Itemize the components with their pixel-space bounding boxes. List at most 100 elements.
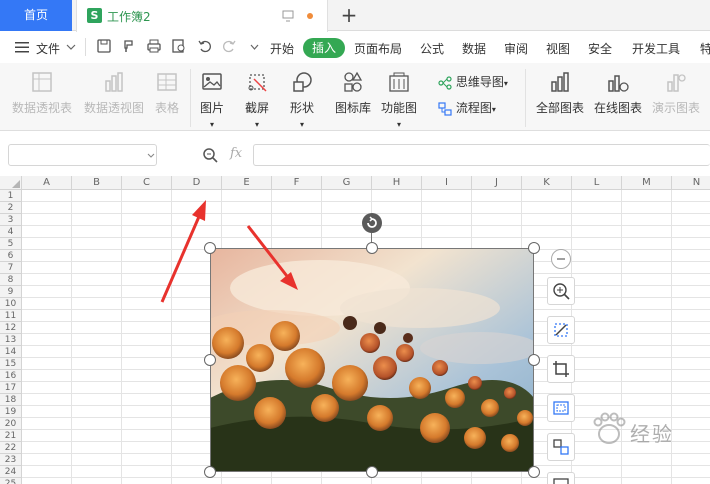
table-button[interactable]: 表格 <box>155 71 179 116</box>
menu-view[interactable]: 视图 <box>546 40 570 57</box>
column-header[interactable]: J <box>472 176 522 190</box>
row-header[interactable]: 2 <box>0 202 22 214</box>
resize-handle-bottom-left[interactable] <box>204 466 216 478</box>
picture-frame-button[interactable] <box>547 394 575 422</box>
tab-home[interactable]: 首页 <box>0 0 72 31</box>
monitor-icon[interactable] <box>282 10 294 22</box>
row-header[interactable]: 8 <box>0 274 22 286</box>
mind-map-button[interactable]: 思维导图▾ <box>438 73 508 90</box>
row-header[interactable]: 16 <box>0 370 22 382</box>
menu-review[interactable]: 审阅 <box>504 40 528 57</box>
column-header[interactable]: H <box>372 176 422 190</box>
minus-icon <box>557 258 565 260</box>
resize-handle-bottom-right[interactable] <box>528 466 540 478</box>
zoom-search-icon[interactable] <box>202 147 218 163</box>
print-preview-icon[interactable] <box>171 38 187 54</box>
row-header[interactable]: 18 <box>0 394 22 406</box>
row-header[interactable]: 13 <box>0 334 22 346</box>
row-header[interactable]: 14 <box>0 346 22 358</box>
new-tab-button[interactable]: + <box>339 3 359 27</box>
menu-page-layout[interactable]: 页面布局 <box>354 40 402 57</box>
picture-button[interactable]: 图片 ▾ <box>200 71 224 130</box>
select-all-corner[interactable] <box>0 176 22 190</box>
resize-handle-bottom[interactable] <box>366 466 378 478</box>
picture-more-button[interactable] <box>547 472 575 484</box>
zoom-in-picture-button[interactable] <box>547 277 575 305</box>
flowchart-button[interactable]: 流程图▾ <box>438 99 496 116</box>
row-header[interactable]: 19 <box>0 406 22 418</box>
icon-library-button[interactable]: 图标库 <box>335 71 371 116</box>
all-charts-button[interactable]: 全部图表 <box>536 71 584 116</box>
more-chevron-icon[interactable] <box>250 44 259 51</box>
function-chart-button[interactable]: 功能图 ▾ <box>381 71 417 130</box>
formula-input[interactable] <box>253 144 710 166</box>
menu-file[interactable]: 文件 <box>36 40 60 57</box>
column-header[interactable]: G <box>322 176 372 190</box>
crop-button[interactable] <box>547 355 575 383</box>
save-icon[interactable] <box>96 38 112 54</box>
tab-document[interactable]: S 工作簿2 <box>76 0 328 32</box>
column-header[interactable]: A <box>22 176 72 190</box>
undo-icon[interactable] <box>197 38 213 54</box>
row-header[interactable]: 11 <box>0 310 22 322</box>
column-header[interactable]: E <box>222 176 272 190</box>
picture-layout-button[interactable] <box>547 433 575 461</box>
picture-tool-button[interactable] <box>547 316 575 344</box>
shapes-button[interactable]: 形状 ▾ <box>290 71 314 130</box>
menu-security[interactable]: 安全 <box>588 40 612 57</box>
resize-handle-left[interactable] <box>204 354 216 366</box>
chevron-down-icon[interactable] <box>147 153 155 159</box>
online-charts-button[interactable]: 在线图表 <box>594 71 642 116</box>
pivot-table-button[interactable]: 数据透视表 <box>12 71 72 116</box>
print-icon[interactable] <box>146 38 162 54</box>
paw-logo-icon <box>593 412 626 444</box>
hamburger-icon[interactable] <box>15 42 29 53</box>
redo-icon[interactable] <box>221 38 237 54</box>
column-header[interactable]: N <box>672 176 710 190</box>
row-header[interactable]: 22 <box>0 442 22 454</box>
menu-formulas[interactable]: 公式 <box>420 40 444 57</box>
row-header[interactable]: 23 <box>0 454 22 466</box>
column-header[interactable]: F <box>272 176 322 190</box>
menu-developer[interactable]: 开发工具 <box>632 40 680 57</box>
resize-handle-top[interactable] <box>366 242 378 254</box>
rotate-handle[interactable] <box>362 213 382 233</box>
name-box[interactable] <box>8 144 157 166</box>
row-header[interactable]: 4 <box>0 226 22 238</box>
menu-start[interactable]: 开始 <box>270 40 294 57</box>
row-header[interactable]: 1 <box>0 190 22 202</box>
row-header[interactable]: 5 <box>0 238 22 250</box>
resize-handle-top-right[interactable] <box>528 242 540 254</box>
menu-data[interactable]: 数据 <box>462 40 486 57</box>
fx-label[interactable]: fx <box>230 146 242 161</box>
screenshot-button[interactable]: 截屏 ▾ <box>245 71 269 130</box>
column-header[interactable]: M <box>622 176 672 190</box>
column-header[interactable]: I <box>422 176 472 190</box>
column-header[interactable]: L <box>572 176 622 190</box>
row-header[interactable]: 7 <box>0 262 22 274</box>
row-header[interactable]: 21 <box>0 430 22 442</box>
row-header[interactable]: 25 <box>0 478 22 484</box>
demo-charts-button[interactable]: 演示图表 <box>652 71 700 116</box>
column-header[interactable]: K <box>522 176 572 190</box>
collapse-toolbar-button[interactable] <box>551 249 571 269</box>
resize-handle-right[interactable] <box>528 354 540 366</box>
row-header[interactable]: 10 <box>0 298 22 310</box>
column-header[interactable]: C <box>122 176 172 190</box>
column-header[interactable]: B <box>72 176 122 190</box>
row-header[interactable]: 9 <box>0 286 22 298</box>
resize-handle-top-left[interactable] <box>204 242 216 254</box>
row-header[interactable]: 24 <box>0 466 22 478</box>
menu-insert[interactable]: 插入 <box>303 38 345 58</box>
column-header[interactable]: D <box>172 176 222 190</box>
pivot-chart-button[interactable]: 数据透视图 <box>84 71 144 116</box>
row-header[interactable]: 17 <box>0 382 22 394</box>
row-header[interactable]: 3 <box>0 214 22 226</box>
row-header[interactable]: 6 <box>0 250 22 262</box>
menu-more[interactable]: 特 <box>700 40 710 57</box>
row-header[interactable]: 12 <box>0 322 22 334</box>
chevron-down-icon[interactable] <box>66 44 76 51</box>
format-painter-icon[interactable] <box>121 38 137 54</box>
row-header[interactable]: 20 <box>0 418 22 430</box>
row-header[interactable]: 15 <box>0 358 22 370</box>
